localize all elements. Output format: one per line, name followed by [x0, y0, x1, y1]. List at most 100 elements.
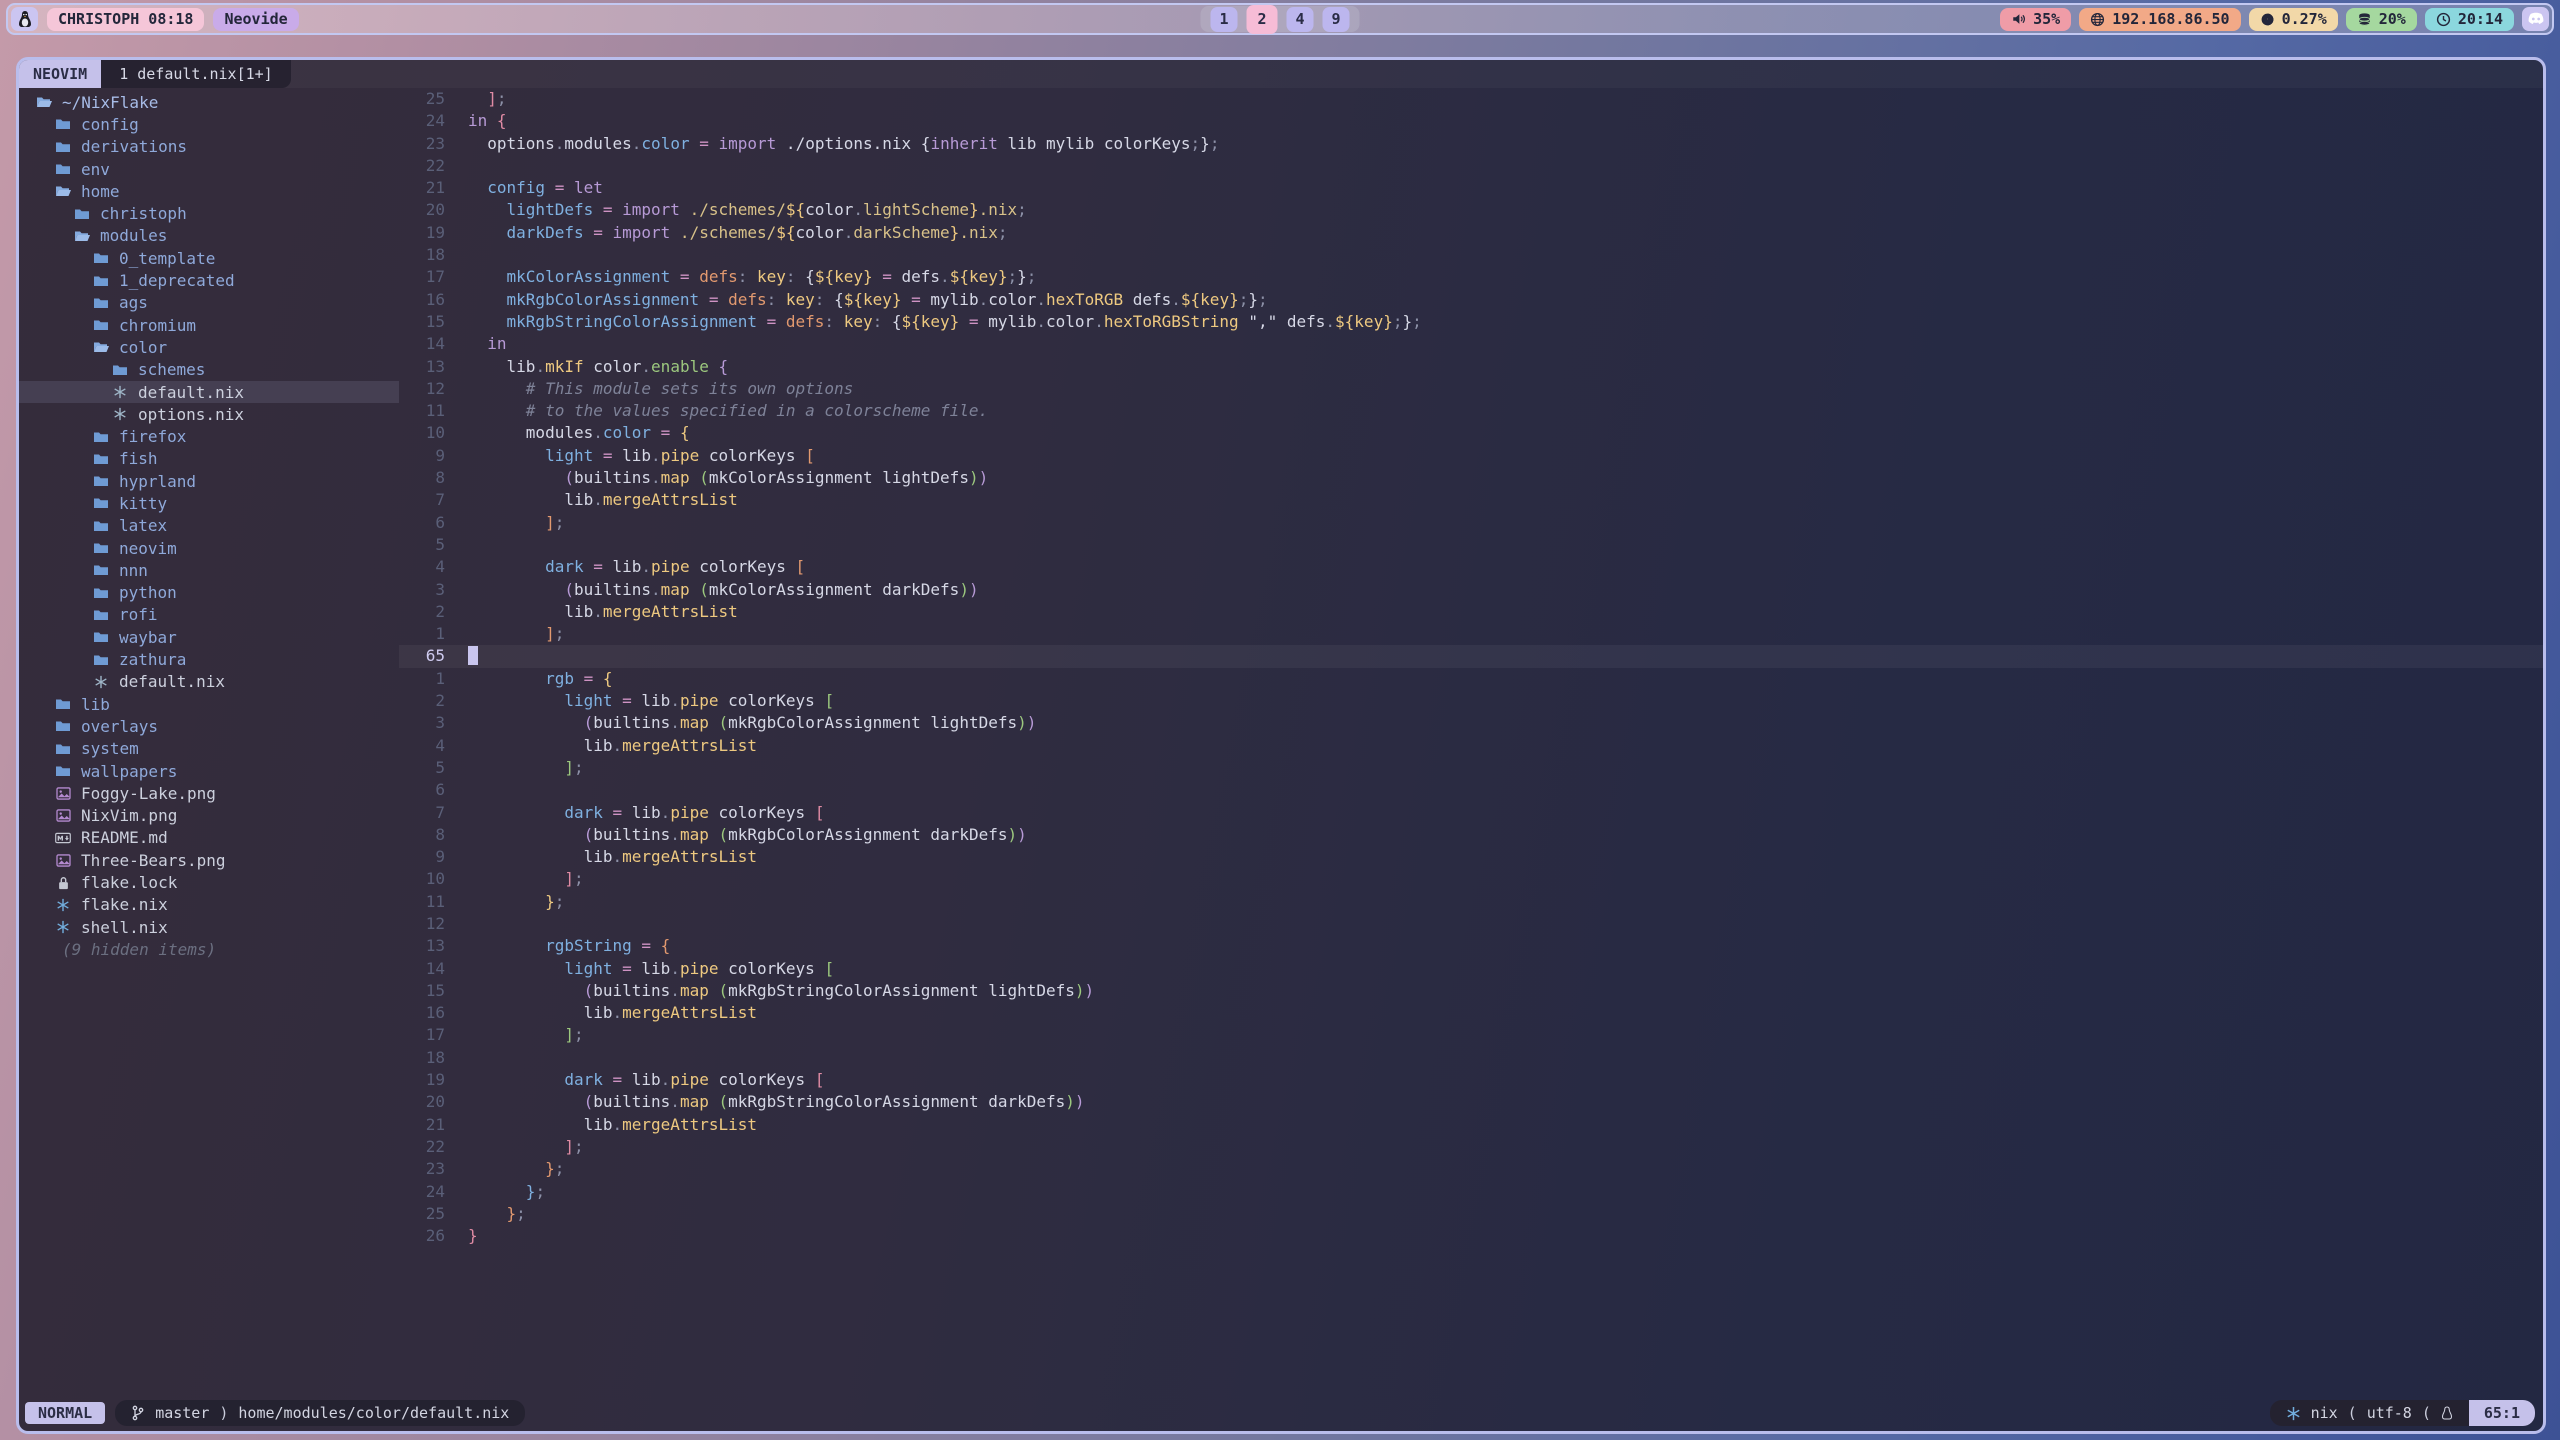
code-line[interactable]: 21 config = let: [399, 177, 2543, 199]
code-line[interactable]: 18: [399, 1047, 2543, 1069]
tree-item-config[interactable]: config: [19, 113, 399, 135]
code-line[interactable]: 6 ];: [399, 512, 2543, 534]
host-time-chip[interactable]: CHRISTOPH 08:18: [47, 8, 204, 31]
code-line[interactable]: 17 ];: [399, 1024, 2543, 1046]
code-line[interactable]: 16 lib.mergeAttrsList: [399, 1002, 2543, 1024]
tree-item-waybar[interactable]: waybar: [19, 626, 399, 648]
code-line[interactable]: 15 mkRgbStringColorAssignment = defs: ke…: [399, 311, 2543, 333]
code-line[interactable]: 12: [399, 913, 2543, 935]
tree-item-options.nix[interactable]: options.nix: [19, 403, 399, 425]
tree-item-wallpapers[interactable]: wallpapers: [19, 760, 399, 782]
tree-item-nnn[interactable]: nnn: [19, 559, 399, 581]
buffer-tab[interactable]: 1 default.nix[1+]: [101, 60, 291, 88]
code-line[interactable]: 11 };: [399, 891, 2543, 913]
code-line[interactable]: 23 };: [399, 1158, 2543, 1180]
tree-item-default.nix[interactable]: default.nix: [19, 381, 399, 403]
tree-item-hyprland[interactable]: hyprland: [19, 470, 399, 492]
code-line[interactable]: 14 light = lib.pipe colorKeys [: [399, 958, 2543, 980]
code-line-current[interactable]: 65: [399, 645, 2543, 667]
tree-item-~-nixflake[interactable]: ~/NixFlake: [19, 91, 399, 113]
workspace-button-2[interactable]: 2: [1247, 5, 1278, 34]
code-line[interactable]: 20 lightDefs = import ./schemes/${color.…: [399, 199, 2543, 221]
code-editor[interactable]: 25 ];24in {23 options.modules.color = im…: [399, 88, 2543, 1399]
tree-item-default.nix[interactable]: default.nix: [19, 671, 399, 693]
linux-tux-icon[interactable]: [11, 7, 38, 31]
tree-item-christoph[interactable]: christoph: [19, 202, 399, 224]
tree-item-nixvim.png[interactable]: NixVim.png: [19, 805, 399, 827]
tree-item-modules[interactable]: modules: [19, 225, 399, 247]
code-line[interactable]: 2 light = lib.pipe colorKeys [: [399, 690, 2543, 712]
workspace-button-1[interactable]: 1: [1211, 7, 1238, 32]
tree-item-latex[interactable]: latex: [19, 515, 399, 537]
code-line[interactable]: 24 };: [399, 1181, 2543, 1203]
tree-item-fish[interactable]: fish: [19, 448, 399, 470]
code-line[interactable]: 14 in: [399, 333, 2543, 355]
tree-item-flake.nix[interactable]: flake.nix: [19, 894, 399, 916]
tree-item-kitty[interactable]: kitty: [19, 492, 399, 514]
stat-pill-globe[interactable]: 192.168.86.50: [2079, 8, 2240, 31]
tree-item-neovim[interactable]: neovim: [19, 537, 399, 559]
code-line[interactable]: 4 lib.mergeAttrsList: [399, 735, 2543, 757]
code-line[interactable]: 6: [399, 779, 2543, 801]
code-line[interactable]: 16 mkRgbColorAssignment = defs: key: {${…: [399, 289, 2543, 311]
tree-item-lib[interactable]: lib: [19, 693, 399, 715]
tree-item-ags[interactable]: ags: [19, 292, 399, 314]
code-line[interactable]: 3 (builtins.map (mkColorAssignment darkD…: [399, 579, 2543, 601]
tree-item-python[interactable]: python: [19, 582, 399, 604]
stat-pill-clock[interactable]: 20:14: [2425, 8, 2514, 31]
code-line[interactable]: 17 mkColorAssignment = defs: key: {${key…: [399, 266, 2543, 288]
discord-button[interactable]: [2522, 7, 2549, 31]
code-line[interactable]: 22: [399, 155, 2543, 177]
tree-item-schemes[interactable]: schemes: [19, 359, 399, 381]
code-line[interactable]: 10 modules.color = {: [399, 422, 2543, 444]
code-line[interactable]: 20 (builtins.map (mkRgbStringColorAssign…: [399, 1091, 2543, 1113]
code-line[interactable]: 4 dark = lib.pipe colorKeys [: [399, 556, 2543, 578]
tree-item-firefox[interactable]: firefox: [19, 425, 399, 447]
tree-item-readme.md[interactable]: README.md: [19, 827, 399, 849]
tree-item-foggy-lake.png[interactable]: Foggy-Lake.png: [19, 782, 399, 804]
tree-item-home[interactable]: home: [19, 180, 399, 202]
code-line[interactable]: 18: [399, 244, 2543, 266]
code-line[interactable]: 7 lib.mergeAttrsList: [399, 489, 2543, 511]
tree-item-rofi[interactable]: rofi: [19, 604, 399, 626]
code-line[interactable]: 25 };: [399, 1203, 2543, 1225]
tree-item-overlays[interactable]: overlays: [19, 715, 399, 737]
code-line[interactable]: 8 (builtins.map (mkColorAssignment light…: [399, 467, 2543, 489]
workspace-button-9[interactable]: 9: [1323, 7, 1350, 32]
code-line[interactable]: 10 ];: [399, 868, 2543, 890]
tree-item-zathura[interactable]: zathura: [19, 648, 399, 670]
code-line[interactable]: 8 (builtins.map (mkRgbColorAssignment da…: [399, 824, 2543, 846]
code-line[interactable]: 1 rgb = {: [399, 668, 2543, 690]
stat-pill-volume[interactable]: 35%: [2000, 8, 2071, 31]
code-line[interactable]: 1 ];: [399, 623, 2543, 645]
code-line[interactable]: 9 light = lib.pipe colorKeys [: [399, 445, 2543, 467]
tree-item-color[interactable]: color: [19, 336, 399, 358]
tree-item-1-deprecated[interactable]: 1_deprecated: [19, 269, 399, 291]
tree-item-three-bears.png[interactable]: Three-Bears.png: [19, 849, 399, 871]
code-line[interactable]: 5 ];: [399, 757, 2543, 779]
code-line[interactable]: 19 dark = lib.pipe colorKeys [: [399, 1069, 2543, 1091]
code-line[interactable]: 22 ];: [399, 1136, 2543, 1158]
code-line[interactable]: 13 rgbString = {: [399, 935, 2543, 957]
code-line[interactable]: 19 darkDefs = import ./schemes/${color.d…: [399, 222, 2543, 244]
tree-item-shell.nix[interactable]: shell.nix: [19, 916, 399, 938]
tree-item-chromium[interactable]: chromium: [19, 314, 399, 336]
code-line[interactable]: 12 # This module sets its own options: [399, 378, 2543, 400]
code-line[interactable]: 3 (builtins.map (mkRgbColorAssignment li…: [399, 712, 2543, 734]
stat-pill-database[interactable]: 20%: [2346, 8, 2417, 31]
workspace-button-4[interactable]: 4: [1287, 7, 1314, 32]
tree-item-derivations[interactable]: derivations: [19, 136, 399, 158]
code-line[interactable]: 15 (builtins.map (mkRgbStringColorAssign…: [399, 980, 2543, 1002]
code-line[interactable]: 24in {: [399, 110, 2543, 132]
code-line[interactable]: 25 ];: [399, 88, 2543, 110]
code-line[interactable]: 26}: [399, 1225, 2543, 1247]
app-name-chip[interactable]: Neovide: [213, 8, 298, 31]
code-line[interactable]: 2 lib.mergeAttrsList: [399, 601, 2543, 623]
code-line[interactable]: 11 # to the values specified in a colors…: [399, 400, 2543, 422]
code-line[interactable]: 13 lib.mkIf color.enable {: [399, 356, 2543, 378]
tree-item-system[interactable]: system: [19, 738, 399, 760]
code-line[interactable]: 23 options.modules.color = import ./opti…: [399, 133, 2543, 155]
tree-item-env[interactable]: env: [19, 158, 399, 180]
code-line[interactable]: 21 lib.mergeAttrsList: [399, 1114, 2543, 1136]
tree-item-flake.lock[interactable]: flake.lock: [19, 871, 399, 893]
